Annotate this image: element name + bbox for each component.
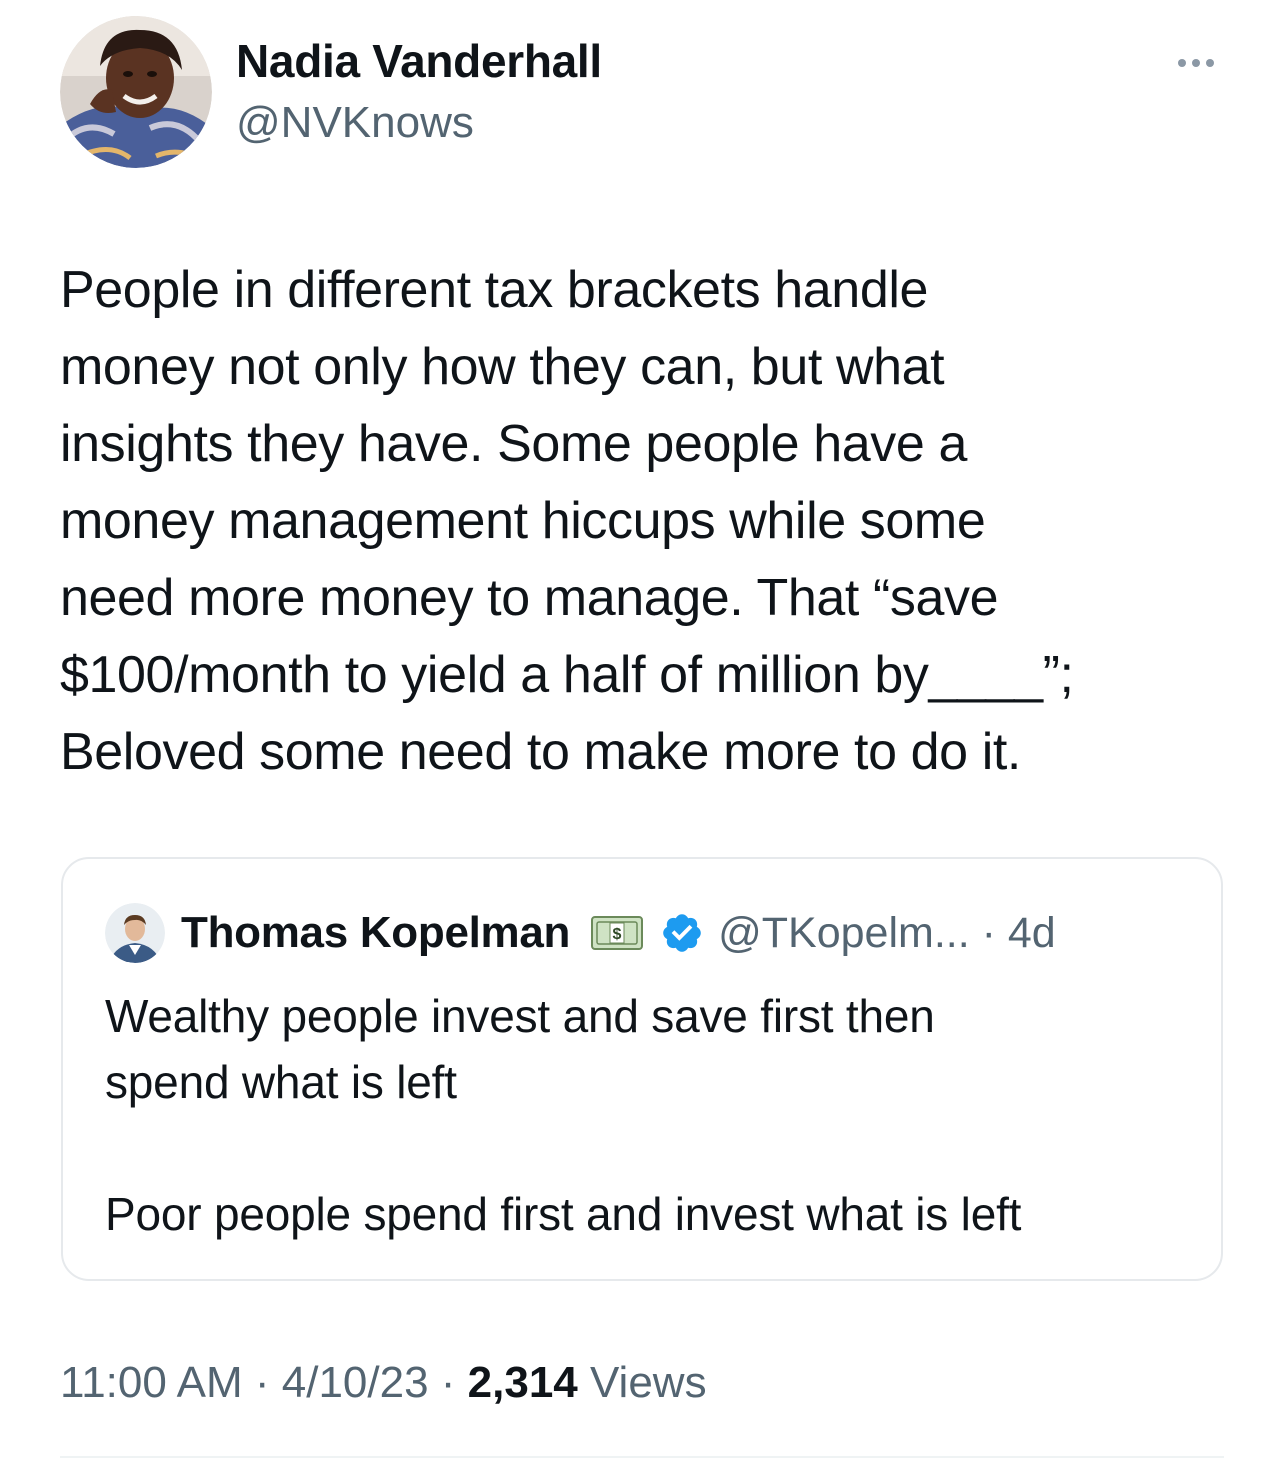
quote-author-name[interactable]: Thomas Kopelman xyxy=(181,908,570,958)
quote-author-avatar[interactable] xyxy=(105,903,165,963)
quote-header: Thomas Kopelman $ @TKopelm... · 4d xyxy=(181,903,1056,963)
tweet: Nadia Vanderhall @NVKnows People in diff… xyxy=(0,0,1284,1474)
author-avatar-image xyxy=(60,16,212,168)
tweet-time[interactable]: 11:00 AM xyxy=(60,1358,243,1407)
author-avatar[interactable] xyxy=(60,16,212,168)
more-dot xyxy=(1192,59,1200,67)
quote-handle-and-age[interactable]: @TKopelm... · 4d xyxy=(718,909,1056,958)
quoted-tweet-card[interactable]: Thomas Kopelman $ @TKopelm... · 4d Wealt… xyxy=(61,857,1223,1281)
dollar-banknote-icon: $ xyxy=(588,913,646,953)
quote-text: Wealthy people invest and save first the… xyxy=(105,990,1022,1240)
tweet-text: People in different tax brackets handle … xyxy=(60,261,1074,781)
verified-badge-icon xyxy=(660,911,704,955)
tweet-metadata: 11:00 AM · 4/10/23 · 2,314 Views xyxy=(60,1358,707,1408)
tweet-date[interactable]: 4/10/23 xyxy=(282,1358,429,1407)
quote-avatar-image xyxy=(105,903,165,963)
author-display-name[interactable]: Nadia Vanderhall xyxy=(236,34,602,88)
more-options-icon[interactable] xyxy=(1168,46,1224,80)
meta-separator: · xyxy=(428,1358,468,1407)
views-label[interactable]: Views xyxy=(578,1358,707,1407)
author-handle[interactable]: @NVKnows xyxy=(236,98,474,148)
more-dot xyxy=(1206,59,1214,67)
views-count[interactable]: 2,314 xyxy=(468,1358,578,1407)
more-dot xyxy=(1178,59,1186,67)
divider xyxy=(60,1456,1224,1458)
svg-text:$: $ xyxy=(613,926,622,943)
meta-separator: · xyxy=(242,1358,282,1407)
